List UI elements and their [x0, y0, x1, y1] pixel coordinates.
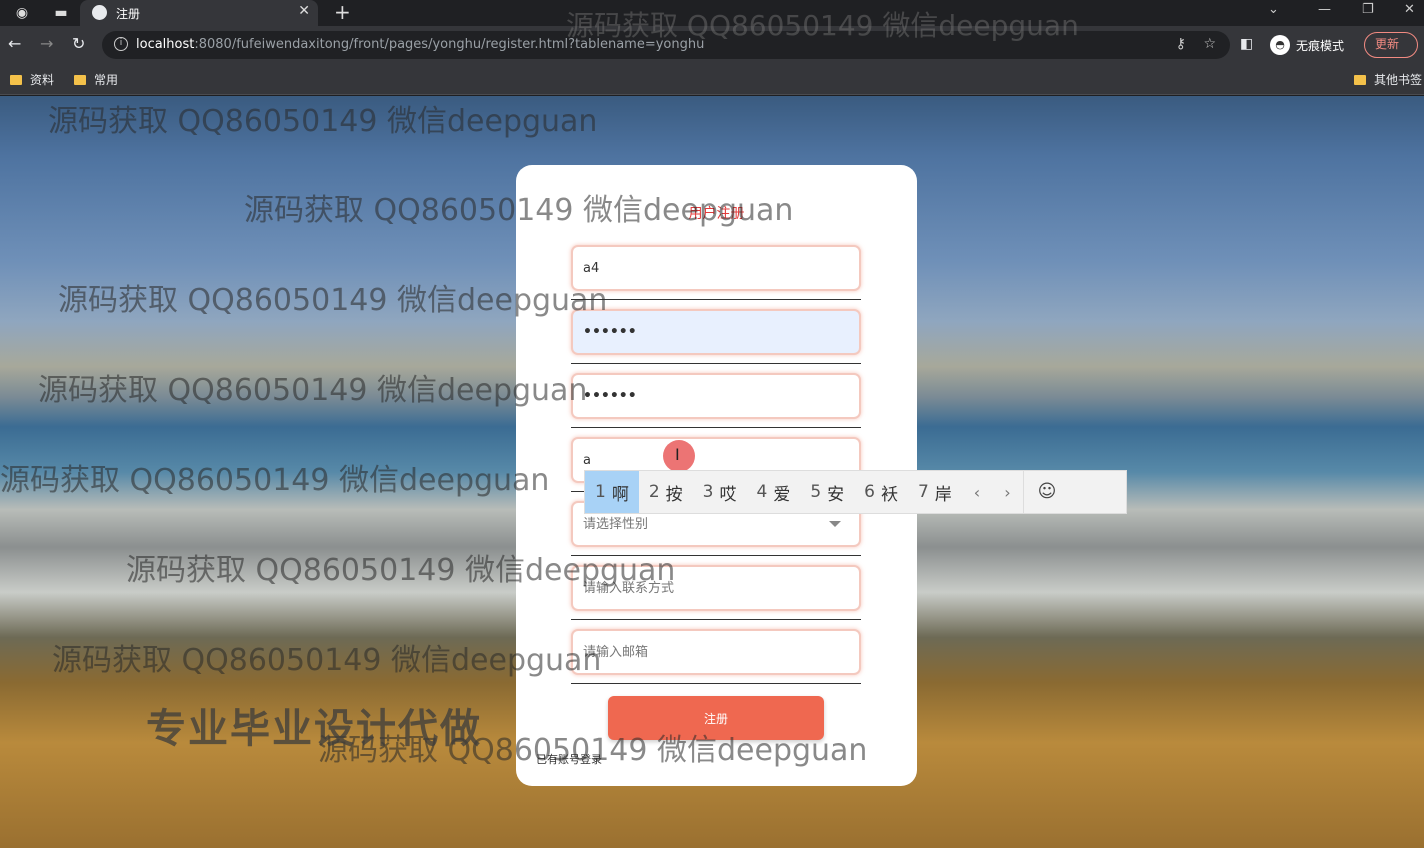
tab-search-icon[interactable]: ▬ — [48, 0, 74, 26]
key-icon[interactable]: ⚷ — [1176, 36, 1186, 52]
back-icon[interactable]: ← — [8, 34, 21, 53]
watermark: 源码获取 QQ86050149 微信deepguan — [0, 463, 550, 498]
globe-icon — [92, 5, 107, 20]
watermark: 源码获取 QQ86050149 微信deepguan — [38, 373, 588, 408]
other-bookmarks[interactable]: 其他书签 — [1354, 71, 1422, 88]
ime-candidate-2[interactable]: 2按 — [639, 471, 693, 513]
confirm-password-input[interactable] — [573, 375, 859, 417]
account-field[interactable] — [571, 245, 861, 291]
bookmark-folder-changyong[interactable]: 常用 — [74, 71, 118, 88]
forward-icon[interactable]: → — [40, 34, 53, 53]
emoji-icon[interactable]: ☺ — [1022, 471, 1071, 513]
email-field[interactable] — [571, 629, 861, 675]
watermark: 源码获取 QQ86050149 微信deepguan — [58, 283, 608, 318]
reload-icon[interactable]: ↻ — [72, 34, 85, 53]
text-cursor-icon: I — [675, 445, 680, 464]
browser-menu-icon[interactable]: ◉ — [10, 0, 34, 26]
ime-candidate-7[interactable]: 7岸 — [908, 471, 962, 513]
folder-icon — [10, 74, 22, 85]
tab-register[interactable]: 注册 ✕ — [80, 0, 318, 26]
incognito-icon: ◓ — [1270, 35, 1290, 55]
promo-watermark: 专业毕业设计代做 — [146, 706, 482, 752]
ime-prev-icon[interactable]: ‹ — [962, 483, 992, 502]
ime-next-icon[interactable]: › — [992, 483, 1022, 502]
ime-candidate-6[interactable]: 6袄 — [854, 471, 908, 513]
confirm-password-field[interactable] — [571, 373, 861, 419]
page-background: 用户注册 注册 已有账号登录 — [0, 96, 1424, 848]
email-input[interactable] — [573, 631, 859, 673]
ime-candidate-3[interactable]: 3哎 — [693, 471, 747, 513]
close-tab-icon[interactable]: ✕ — [298, 3, 310, 19]
tab-title: 注册 — [116, 7, 141, 21]
divider — [571, 427, 861, 428]
bookmarks-bar: 资料 常用 其他书签 — [0, 64, 1424, 95]
bookmark-star-icon[interactable]: ☆ — [1203, 36, 1216, 52]
ime-candidate-1[interactable]: 1啊 — [585, 471, 639, 513]
folder-icon — [74, 74, 86, 85]
ime-candidate-4[interactable]: 4爱 — [746, 471, 800, 513]
divider — [571, 683, 861, 684]
tab-list-icon[interactable]: ⌄ — [1268, 0, 1279, 20]
ime-candidate-bar: 1啊 2按 3哎 4爱 5安 6袄 7岸 ‹ › ☺ — [584, 470, 1127, 514]
watermark: 源码获取 QQ86050149 微信deepguan — [52, 643, 602, 678]
divider — [571, 363, 861, 364]
new-tab-button[interactable]: + — [334, 0, 351, 24]
account-input[interactable] — [573, 247, 859, 289]
watermark: 源码获取 QQ86050149 微信deepguan — [126, 553, 676, 588]
minimize-icon[interactable]: — — [1318, 0, 1331, 20]
maximize-icon[interactable]: ❐ — [1362, 0, 1374, 20]
password-field[interactable] — [571, 309, 861, 355]
site-info-icon[interactable]: i — [114, 37, 128, 51]
watermark: 源码获取 QQ86050149 微信deepguan — [566, 9, 1079, 42]
password-input[interactable] — [573, 311, 859, 353]
incognito-indicator[interactable]: ◓ 无痕模式 — [1270, 32, 1344, 58]
folder-icon — [1354, 74, 1366, 85]
watermark: 源码获取 QQ86050149 微信deepguan — [244, 193, 794, 228]
divider — [571, 299, 861, 300]
update-button[interactable]: 更新 — [1364, 32, 1418, 58]
close-window-icon[interactable]: ✕ — [1404, 0, 1415, 20]
watermark: 源码获取 QQ86050149 微信deepguan — [48, 104, 598, 139]
incognito-label: 无痕模式 — [1296, 38, 1345, 53]
chevron-down-icon — [829, 521, 841, 527]
divider — [571, 619, 861, 620]
bookmark-folder-ziliao[interactable]: 资料 — [10, 71, 54, 88]
ime-candidate-5[interactable]: 5安 — [800, 471, 854, 513]
side-panel-icon[interactable]: ◧ — [1240, 36, 1253, 52]
